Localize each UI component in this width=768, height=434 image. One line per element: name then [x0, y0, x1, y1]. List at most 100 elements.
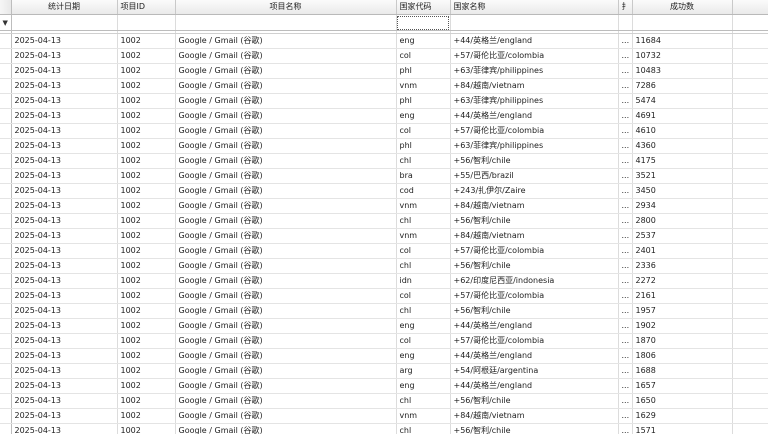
success-count-cell[interactable]: 2800	[632, 213, 733, 229]
country-code-cell[interactable]: phl	[396, 63, 451, 79]
project-id-cell[interactable]: 1002	[117, 318, 176, 334]
country-code-cell[interactable]: eng	[396, 108, 451, 124]
country-code-cell[interactable]: phl	[396, 93, 451, 109]
row-indicator[interactable]	[0, 48, 12, 64]
country-code-cell[interactable]: col	[396, 48, 451, 64]
row-indicator[interactable]	[0, 258, 12, 274]
success-count-cell[interactable]: 1657	[632, 378, 733, 394]
date-cell[interactable]: 2025-04-13	[11, 123, 118, 139]
date-cell[interactable]: 2025-04-13	[11, 393, 118, 409]
country-code-cell[interactable]: eng	[396, 318, 451, 334]
success-count-cell[interactable]: 10483	[632, 63, 733, 79]
row-indicator[interactable]	[0, 408, 12, 424]
project-name-cell[interactable]: Google / Gmail (谷歌)	[175, 33, 397, 49]
project-name-cell[interactable]: Google / Gmail (谷歌)	[175, 288, 397, 304]
country-code-cell[interactable]: col	[396, 288, 451, 304]
country-code-cell[interactable]: eng	[396, 348, 451, 364]
project-id-cell[interactable]: 1002	[117, 198, 176, 214]
project-name-cell[interactable]: Google / Gmail (谷歌)	[175, 423, 397, 434]
project-id-cell[interactable]: 1002	[117, 228, 176, 244]
table-row[interactable]: 2025-04-13 1002 Google / Gmail (谷歌) arg +54/…	[0, 363, 768, 379]
extra-cell[interactable]: ...	[618, 288, 633, 304]
row-indicator[interactable]	[0, 393, 12, 409]
country-name-cell[interactable]: +63/菲律宾/philippines	[450, 63, 619, 79]
project-name-cell[interactable]: Google / Gmail (谷歌)	[175, 108, 397, 124]
filter-cell-country-name[interactable]	[450, 14, 619, 31]
success-count-cell[interactable]: 4610	[632, 123, 733, 139]
table-row[interactable]: 2025-04-13 1002 Google / Gmail (谷歌) cod +243…	[0, 183, 768, 199]
filter-cell-project-id[interactable]	[117, 14, 176, 31]
project-name-cell[interactable]: Google / Gmail (谷歌)	[175, 63, 397, 79]
table-row[interactable]: 2025-04-13 1002 Google / Gmail (谷歌) col +57/…	[0, 333, 768, 349]
date-cell[interactable]: 2025-04-13	[11, 423, 118, 434]
date-cell[interactable]: 2025-04-13	[11, 78, 118, 94]
filter-cell-success-count[interactable]	[632, 14, 733, 31]
table-row[interactable]: 2025-04-13 1002 Google / Gmail (谷歌) col +57/…	[0, 243, 768, 259]
country-code-cell[interactable]: vnm	[396, 78, 451, 94]
success-count-cell[interactable]: 1902	[632, 318, 733, 334]
row-indicator[interactable]	[0, 33, 12, 49]
row-indicator[interactable]	[0, 138, 12, 154]
success-count-cell[interactable]: 2934	[632, 198, 733, 214]
extra-cell[interactable]: ...	[618, 273, 633, 289]
country-code-cell[interactable]: chl	[396, 303, 451, 319]
row-indicator[interactable]	[0, 273, 12, 289]
date-cell[interactable]: 2025-04-13	[11, 288, 118, 304]
row-indicator[interactable]	[0, 168, 12, 184]
filter-cell-country-code[interactable]	[396, 14, 451, 31]
success-count-cell[interactable]: 11684	[632, 33, 733, 49]
project-name-cell[interactable]: Google / Gmail (谷歌)	[175, 408, 397, 424]
success-count-cell[interactable]: 5474	[632, 93, 733, 109]
project-id-cell[interactable]: 1002	[117, 408, 176, 424]
project-name-cell[interactable]: Google / Gmail (谷歌)	[175, 303, 397, 319]
column-header-country-code[interactable]: 国家代码	[396, 0, 451, 15]
column-header-project-id[interactable]: 项目ID	[117, 0, 176, 15]
country-name-cell[interactable]: +84/越南/vietnam	[450, 408, 619, 424]
project-name-cell[interactable]: Google / Gmail (谷歌)	[175, 138, 397, 154]
table-row[interactable]: 2025-04-13 1002 Google / Gmail (谷歌) chl +56/…	[0, 423, 768, 434]
project-id-cell[interactable]: 1002	[117, 183, 176, 199]
country-name-cell[interactable]: +84/越南/vietnam	[450, 78, 619, 94]
success-count-cell[interactable]: 2161	[632, 288, 733, 304]
table-row[interactable]: 2025-04-13 1002 Google / Gmail (谷歌) vnm +84/…	[0, 198, 768, 214]
date-cell[interactable]: 2025-04-13	[11, 228, 118, 244]
country-name-cell[interactable]: +54/阿根廷/argentina	[450, 363, 619, 379]
extra-cell[interactable]: ...	[618, 318, 633, 334]
date-cell[interactable]: 2025-04-13	[11, 318, 118, 334]
project-id-cell[interactable]: 1002	[117, 153, 176, 169]
country-name-cell[interactable]: +56/智利/chile	[450, 303, 619, 319]
filter-cell-project-name[interactable]	[175, 14, 397, 31]
table-row[interactable]: 2025-04-13 1002 Google / Gmail (谷歌) col +57/…	[0, 48, 768, 64]
country-code-cell[interactable]: chl	[396, 213, 451, 229]
project-name-cell[interactable]: Google / Gmail (谷歌)	[175, 93, 397, 109]
project-name-cell[interactable]: Google / Gmail (谷歌)	[175, 48, 397, 64]
project-id-cell[interactable]: 1002	[117, 108, 176, 124]
filter-cell-extra[interactable]	[618, 14, 633, 31]
project-id-cell[interactable]: 1002	[117, 393, 176, 409]
table-row[interactable]: 2025-04-13 1002 Google / Gmail (谷歌) chl +56/…	[0, 303, 768, 319]
success-count-cell[interactable]: 1957	[632, 303, 733, 319]
row-indicator[interactable]	[0, 378, 12, 394]
row-indicator[interactable]	[0, 93, 12, 109]
project-id-cell[interactable]: 1002	[117, 63, 176, 79]
success-count-cell[interactable]: 7286	[632, 78, 733, 94]
country-name-cell[interactable]: +62/印度尼西亚/indonesia	[450, 273, 619, 289]
row-indicator[interactable]	[0, 213, 12, 229]
date-cell[interactable]: 2025-04-13	[11, 48, 118, 64]
row-indicator[interactable]	[0, 333, 12, 349]
column-header-date[interactable]: 统计日期	[11, 0, 118, 15]
success-count-cell[interactable]: 10732	[632, 48, 733, 64]
date-cell[interactable]: 2025-04-13	[11, 303, 118, 319]
table-row[interactable]: 2025-04-13 1002 Google / Gmail (谷歌) bra +55/…	[0, 168, 768, 184]
date-cell[interactable]: 2025-04-13	[11, 63, 118, 79]
table-row[interactable]: 2025-04-13 1002 Google / Gmail (谷歌) phl +63/…	[0, 138, 768, 154]
project-name-cell[interactable]: Google / Gmail (谷歌)	[175, 378, 397, 394]
country-name-cell[interactable]: +57/哥伦比亚/colombia	[450, 288, 619, 304]
success-count-cell[interactable]: 1629	[632, 408, 733, 424]
date-cell[interactable]: 2025-04-13	[11, 183, 118, 199]
table-row[interactable]: 2025-04-13 1002 Google / Gmail (谷歌) phl +63/…	[0, 63, 768, 79]
table-row[interactable]: 2025-04-13 1002 Google / Gmail (谷歌) eng +44/…	[0, 378, 768, 394]
country-name-cell[interactable]: +57/哥伦比亚/colombia	[450, 243, 619, 259]
extra-cell[interactable]: ...	[618, 138, 633, 154]
table-row[interactable]: 2025-04-13 1002 Google / Gmail (谷歌) idn +62/…	[0, 273, 768, 289]
